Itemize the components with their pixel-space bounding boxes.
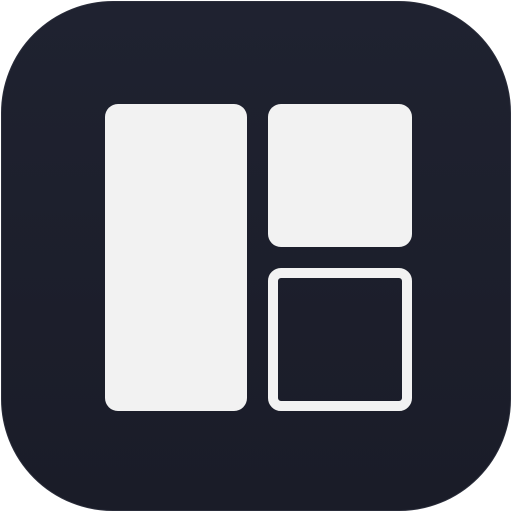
- layout-panels-icon: [2, 2, 512, 512]
- app-icon[interactable]: [1, 1, 511, 511]
- canvas: [0, 0, 512, 512]
- bottom-right-panel-outline: [268, 268, 412, 411]
- top-right-panel-shape: [268, 104, 412, 247]
- left-panel-shape: [105, 104, 247, 411]
